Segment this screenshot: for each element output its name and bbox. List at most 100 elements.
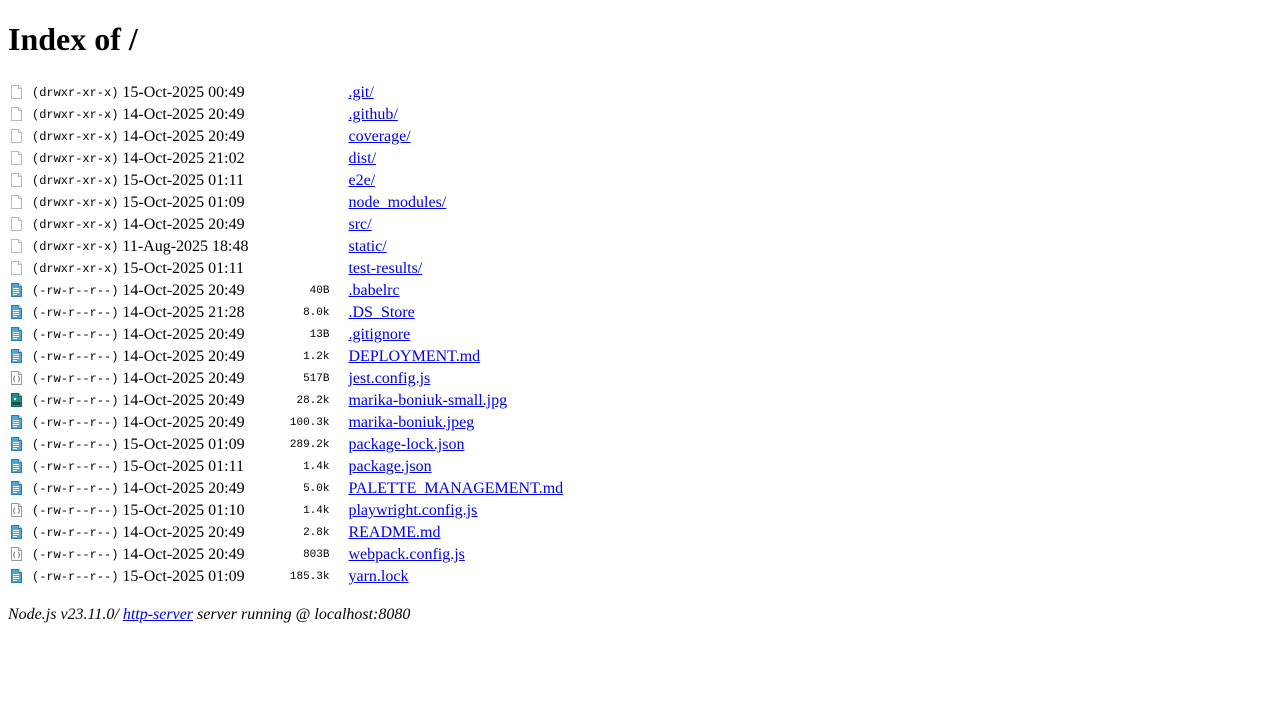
file-size: 40B — [309, 285, 330, 297]
blank-file-icon — [11, 129, 22, 143]
file-link[interactable]: dist/ — [348, 150, 376, 167]
file-link[interactable]: package.json — [348, 458, 431, 475]
file-link[interactable]: .git/ — [348, 84, 373, 101]
file-size — [270, 193, 345, 213]
file-link[interactable]: src/ — [348, 216, 371, 233]
icon-cell — [8, 501, 29, 521]
file-permissions: (drwxr-xr-x) — [32, 86, 119, 100]
file-modified-date: 14-Oct-2025 20:49 — [122, 392, 245, 409]
file-permissions: (-rw-r--r--) — [32, 482, 119, 496]
file-modified-date: 14-Oct-2025 21:28 — [122, 304, 245, 321]
blank-file-icon — [11, 239, 22, 253]
file-row: (drwxr-xr-x) 15-Oct-2025 00:49 .git/ — [8, 83, 564, 103]
file-name-cell: playwright.config.js — [347, 501, 564, 521]
file-size — [270, 215, 345, 235]
icon-cell — [8, 413, 29, 433]
file-name-cell: .github/ — [347, 105, 564, 125]
file-row: (-rw-r--r--) 14-Oct-2025 20:49 517B jest.co… — [8, 369, 564, 389]
icon-cell — [8, 105, 29, 125]
file-link[interactable]: node_modules/ — [348, 194, 446, 211]
file-name-cell: package.json — [347, 457, 564, 477]
http-server-link[interactable]: http-server — [123, 606, 193, 623]
icon-cell — [8, 193, 29, 213]
file-permissions: (-rw-r--r--) — [32, 284, 119, 298]
file-size — [270, 171, 345, 191]
file-row: (-rw-r--r--) 15-Oct-2025 01:09 185.3k yarn.… — [8, 567, 564, 587]
script-file-icon — [11, 503, 22, 517]
file-link[interactable]: e2e/ — [348, 172, 375, 189]
footer-suffix: server running @ localhost:8080 — [193, 606, 411, 623]
icon-cell — [8, 127, 29, 147]
file-link[interactable]: test-results/ — [348, 260, 422, 277]
blank-file-icon — [11, 85, 22, 99]
file-link[interactable]: .github/ — [348, 106, 397, 123]
file-row: (-rw-r--r--) 14-Oct-2025 20:49 2.8k README.… — [8, 523, 564, 543]
file-modified-date: 14-Oct-2025 20:49 — [122, 524, 245, 541]
file-modified-date: 15-Oct-2025 01:09 — [122, 436, 245, 453]
file-name-cell: DEPLOYMENT.md — [347, 347, 564, 367]
file-name-cell: .DS_Store — [347, 303, 564, 323]
file-link[interactable]: yarn.lock — [348, 568, 408, 585]
file-name-cell: .git/ — [347, 83, 564, 103]
file-link[interactable]: jest.config.js — [348, 370, 430, 387]
file-link[interactable]: .gitignore — [348, 326, 410, 343]
file-modified-date: 15-Oct-2025 01:11 — [122, 260, 245, 277]
file-link[interactable]: package-lock.json — [348, 436, 464, 453]
file-modified-date: 14-Oct-2025 20:49 — [122, 282, 245, 299]
file-size: 185.3k — [289, 571, 330, 583]
text-file-icon — [11, 569, 22, 583]
file-size: 28.2k — [296, 395, 330, 407]
script-file-icon — [11, 547, 22, 561]
file-link[interactable]: static/ — [348, 238, 386, 255]
file-link[interactable]: playwright.config.js — [348, 502, 477, 519]
file-modified-date: 14-Oct-2025 20:49 — [122, 128, 245, 145]
icon-cell — [8, 83, 29, 103]
image-file-icon — [11, 393, 22, 407]
blank-file-icon — [11, 195, 22, 209]
file-modified-date: 15-Oct-2025 00:49 — [122, 84, 245, 101]
text-file-icon — [11, 481, 22, 495]
file-row: (-rw-r--r--) 14-Oct-2025 21:28 8.0k .DS_Sto… — [8, 303, 564, 323]
file-link[interactable]: PALETTE_MANAGEMENT.md — [348, 480, 563, 497]
icon-cell — [8, 347, 29, 367]
file-modified-date: 15-Oct-2025 01:11 — [122, 172, 245, 189]
file-listing-table: (drwxr-xr-x) 15-Oct-2025 00:49 .git/(drwxr… — [6, 81, 566, 589]
file-permissions: (-rw-r--r--) — [32, 504, 119, 518]
file-link[interactable]: webpack.config.js — [348, 546, 464, 563]
icon-cell — [8, 303, 29, 323]
file-link[interactable]: coverage/ — [348, 128, 410, 145]
file-size — [270, 237, 345, 257]
file-size: 1.2k — [303, 351, 330, 363]
file-size: 100.3k — [289, 417, 330, 429]
file-name-cell: jest.config.js — [347, 369, 564, 389]
file-link[interactable]: marika-boniuk-small.jpg — [348, 392, 507, 409]
icon-cell — [8, 369, 29, 389]
file-size: 5.0k — [303, 483, 330, 495]
file-row: (-rw-r--r--) 15-Oct-2025 01:09 289.2k packa… — [8, 435, 564, 455]
file-row: (drwxr-xr-x) 15-Oct-2025 01:11 e2e/ — [8, 171, 564, 191]
file-size — [270, 149, 345, 169]
file-link[interactable]: DEPLOYMENT.md — [348, 348, 480, 365]
file-link[interactable]: README.md — [348, 524, 440, 541]
file-link[interactable]: marika-boniuk.jpeg — [348, 414, 474, 431]
file-size: 1.4k — [303, 505, 330, 517]
file-name-cell: yarn.lock — [347, 567, 564, 587]
file-link[interactable]: .DS_Store — [348, 304, 414, 321]
script-file-icon — [11, 371, 22, 385]
file-permissions: (-rw-r--r--) — [32, 394, 119, 408]
server-footer: Node.js v23.11.0/ http-server server run… — [8, 606, 1272, 624]
file-size — [270, 105, 345, 125]
file-permissions: (drwxr-xr-x) — [32, 196, 119, 210]
file-permissions: (drwxr-xr-x) — [32, 262, 119, 276]
file-size — [270, 83, 345, 103]
file-permissions: (-rw-r--r--) — [32, 328, 119, 342]
icon-cell — [8, 237, 29, 257]
file-modified-date: 15-Oct-2025 01:09 — [122, 194, 245, 211]
icon-cell — [8, 435, 29, 455]
file-permissions: (drwxr-xr-x) — [32, 152, 119, 166]
icon-cell — [8, 545, 29, 565]
file-name-cell: coverage/ — [347, 127, 564, 147]
file-link[interactable]: .babelrc — [348, 282, 399, 299]
text-file-icon — [11, 437, 22, 451]
file-permissions: (-rw-r--r--) — [32, 306, 119, 320]
